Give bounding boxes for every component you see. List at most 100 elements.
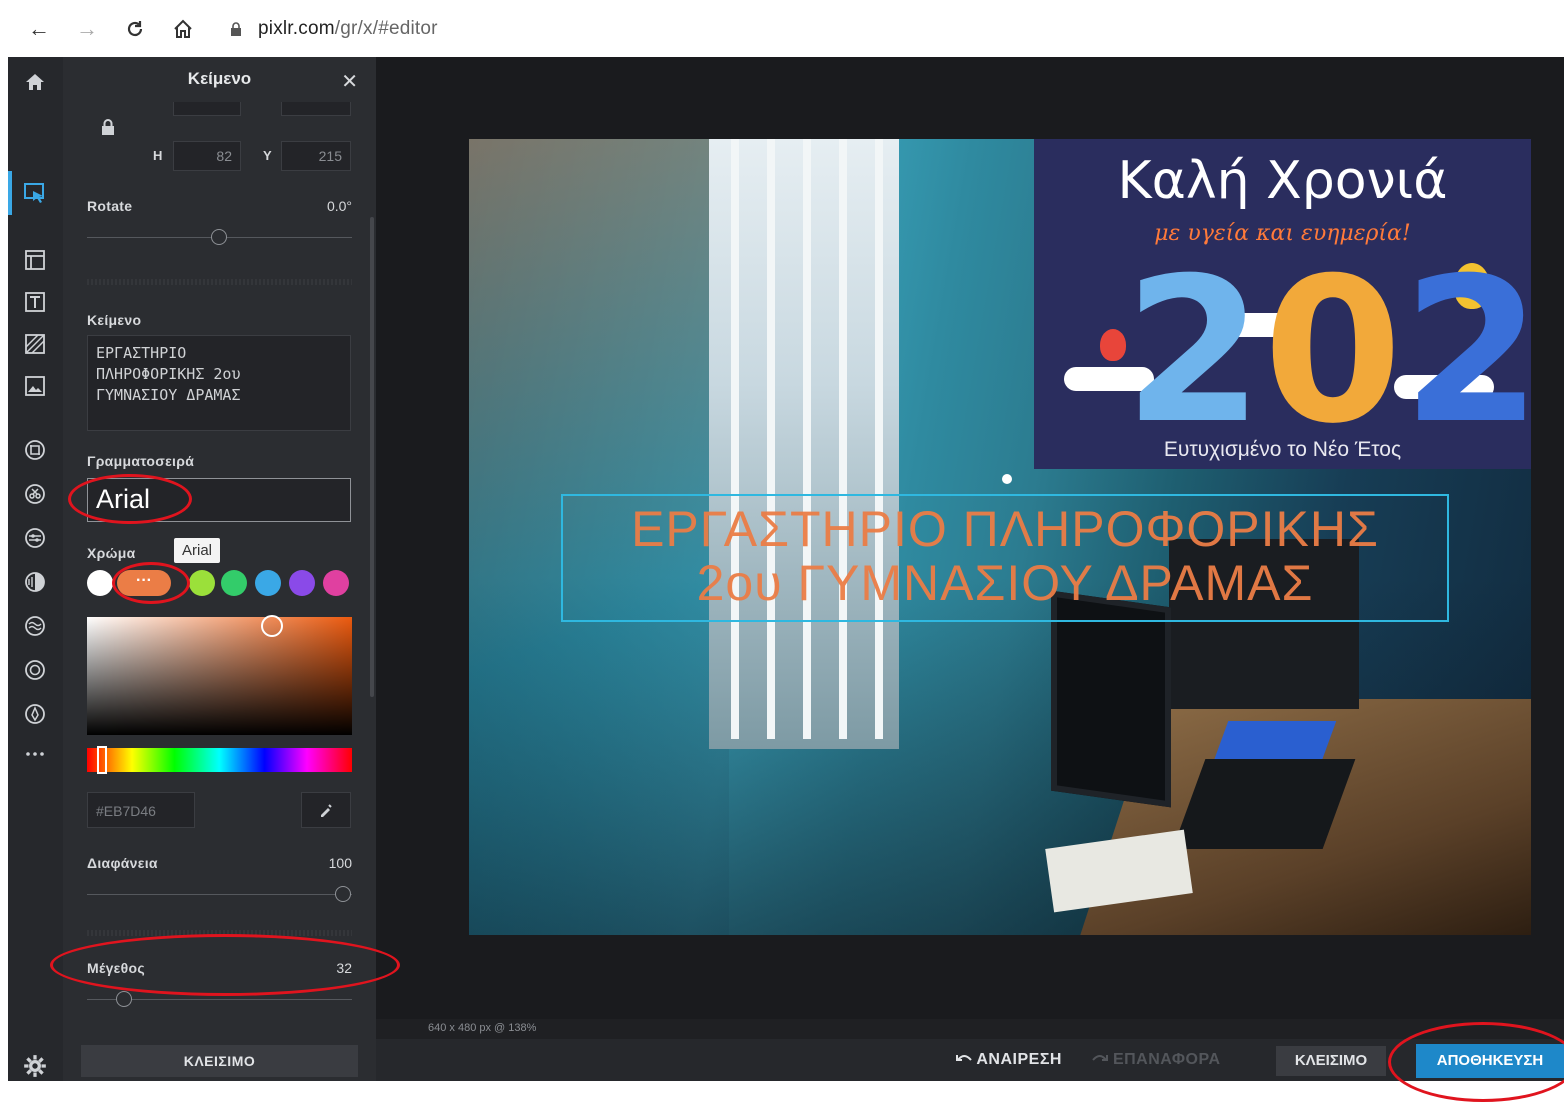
text-layer-line2: 2ου ΓΥΜΝΑΣΙΟΥ ΔΡΑΜΑΣ	[696, 555, 1314, 611]
eyedropper-icon	[321, 804, 332, 817]
back-icon[interactable]: ←	[28, 16, 50, 41]
hex-color-input[interactable]: #EB7D46	[87, 792, 195, 828]
font-label: Γραμματοσειρά	[87, 453, 195, 469]
swatch-lime[interactable]	[189, 570, 215, 596]
text-tool-icon[interactable]	[20, 287, 50, 317]
rotate-label: Rotate	[87, 198, 133, 214]
window-bar	[839, 139, 847, 739]
swatch-blue[interactable]	[255, 570, 281, 596]
address-bar[interactable]: pixlr.com/gr/x/#editor	[230, 18, 438, 40]
photo-window	[709, 139, 899, 749]
panel-scrollbar[interactable]	[370, 217, 374, 697]
browser-toolbar: ← → pixlr.com/gr/x/#editor	[0, 0, 1564, 57]
close-button[interactable]: ΚΛΕΙΣΙΜΟ	[1276, 1046, 1386, 1076]
text-layer-line1: ΕΡΓΑΣΤΗΡΙΟ ΠΛΗΡΟΦΟΡΙΚΗΣ	[631, 501, 1379, 557]
size-label: Μέγεθος	[87, 960, 145, 976]
more-tools-icon[interactable]	[20, 739, 50, 769]
opacity-slider-track[interactable]	[87, 894, 352, 895]
redo-icon	[1092, 1055, 1108, 1061]
size-value: 32	[336, 960, 352, 976]
rotate-value: 0.0°	[326, 198, 352, 214]
card-year: 2 0 2 1	[1124, 235, 1531, 468]
opacity-label: Διαφάνεια	[87, 855, 158, 871]
canvas-info: 640 x 480 px @ 138%	[428, 1022, 537, 1034]
pattern-tool-icon[interactable]	[20, 329, 50, 359]
y-label: Y	[263, 148, 272, 163]
url-host: pixlr.com	[258, 17, 335, 39]
window-bar	[767, 139, 775, 739]
panel-close-button[interactable]: ΚΛΕΙΣΙΜΟ	[81, 1045, 358, 1077]
rotate-slider-knob[interactable]	[211, 229, 227, 245]
window-bar	[875, 139, 883, 739]
home-icon[interactable]	[20, 67, 50, 97]
status-bar: 640 x 480 px @ 138%	[376, 1019, 1564, 1039]
save-button[interactable]: ΑΠΟΘΗΚΕΥΣΗ	[1416, 1044, 1564, 1078]
photo-mousepad	[1213, 721, 1337, 761]
action-bar: ΑΝΑΙΡΕΣΗ ΕΠΑΝΑΦΟΡΑ ΚΛΕΙΣΙΜΟ ΑΠΟΘΗΚΕΥΣΗ	[376, 1039, 1564, 1081]
year-digit: 2	[1402, 235, 1531, 468]
adjust-tool-icon[interactable]	[20, 523, 50, 553]
layout-tool-icon[interactable]	[20, 245, 50, 275]
aspect-lock-icon[interactable]	[101, 119, 115, 135]
swatch-white[interactable]	[87, 570, 113, 596]
forward-icon[interactable]: →	[76, 16, 98, 41]
active-tool-indicator	[8, 171, 12, 215]
focus-tool-icon[interactable]	[20, 655, 50, 685]
year-digit: 0	[1263, 235, 1403, 468]
rotate-handle[interactable]	[1002, 474, 1012, 484]
text-content-input[interactable]: ΕΡΓΑΣΤΗΡΙΟ ΠΛΗΡΟΦΟΡΙΚΗΣ 2ου ΓΥΜΝΑΣΙΟΥ ΔΡ…	[87, 335, 351, 431]
opacity-value: 100	[328, 855, 352, 871]
reload-icon[interactable]	[124, 18, 146, 40]
hue-slider-knob[interactable]	[97, 746, 107, 774]
settings-gear-icon[interactable]	[22, 1053, 48, 1079]
tool-rail	[8, 57, 63, 1081]
window-bar	[731, 139, 739, 739]
filter-tool-icon[interactable]	[20, 567, 50, 597]
undo-button[interactable]: ΑΝΑΙΡΕΣΗ	[956, 1051, 1062, 1069]
card-footer: Ευτυχισμένο το Νέο Έτος	[1163, 438, 1402, 461]
swatch-purple[interactable]	[289, 570, 315, 596]
saturation-picker[interactable]	[87, 617, 352, 735]
selected-text-layer[interactable]: ΕΡΓΑΣΤΗΡΙΟ ΠΛΗΡΟΦΟΡΙΚΗΣ 2ου ΓΥΜΝΑΣΙΟΥ ΔΡ…	[561, 494, 1449, 622]
photo-monitor	[1051, 590, 1171, 808]
image-tool-icon[interactable]	[20, 371, 50, 401]
redo-label: ΕΠΑΝΑΦΟΡΑ	[1112, 1051, 1221, 1068]
swatch-green[interactable]	[221, 570, 247, 596]
crop-tool-icon[interactable]	[20, 435, 50, 465]
lock-icon	[231, 21, 241, 36]
height-field[interactable]: 82	[173, 141, 241, 171]
home-icon[interactable]	[172, 18, 194, 40]
cutout-tool-icon[interactable]	[20, 479, 50, 509]
height-label: H	[153, 148, 163, 163]
hue-slider[interactable]	[87, 748, 352, 772]
x-field[interactable]	[281, 102, 351, 116]
draw-tool-icon[interactable]	[20, 699, 50, 729]
color-label: Χρώμα	[87, 545, 136, 561]
undo-label: ΑΝΑΙΡΕΣΗ	[976, 1051, 1062, 1068]
section-divider	[87, 279, 352, 285]
width-field[interactable]	[173, 102, 241, 116]
card-balloon	[1100, 329, 1126, 361]
y-field[interactable]: 215	[281, 141, 351, 171]
window-bar	[803, 139, 811, 739]
liquify-tool-icon[interactable]	[20, 611, 50, 641]
font-select[interactable]: Arial	[87, 478, 351, 522]
redo-button[interactable]: ΕΠΑΝΑΦΟΡΑ	[1092, 1051, 1221, 1069]
pixlr-editor: Κείμενο ✕ H 82 Y 215 Rotate 0.0° Κείμενο…	[8, 57, 1564, 1081]
eyedropper-button[interactable]	[301, 792, 351, 828]
text-properties-panel: Κείμενο ✕ H 82 Y 215 Rotate 0.0° Κείμενο…	[63, 57, 376, 1081]
panel-close-icon[interactable]: ✕	[341, 69, 358, 94]
swatch-active-orange[interactable]: ···	[117, 570, 171, 596]
saturation-picker-knob[interactable]	[261, 615, 283, 637]
workspace: Καλή Χρονιά με υγεία και ευημερία! 2 0 2…	[376, 57, 1564, 1019]
panel-title: Κείμενο	[187, 69, 252, 88]
new-year-card-layer[interactable]: Καλή Χρονιά με υγεία και ευημερία! 2 0 2…	[1034, 139, 1531, 469]
arrange-tool-icon[interactable]	[20, 179, 50, 209]
size-slider-knob[interactable]	[116, 991, 132, 1007]
text-label: Κείμενο	[87, 312, 142, 328]
image-canvas[interactable]: Καλή Χρονιά με υγεία και ευημερία! 2 0 2…	[469, 139, 1531, 935]
font-tooltip: Arial	[174, 538, 221, 563]
swatch-pink[interactable]	[323, 570, 349, 596]
opacity-slider-knob[interactable]	[335, 886, 351, 902]
card-title: Καλή Χρονιά	[1117, 151, 1448, 211]
